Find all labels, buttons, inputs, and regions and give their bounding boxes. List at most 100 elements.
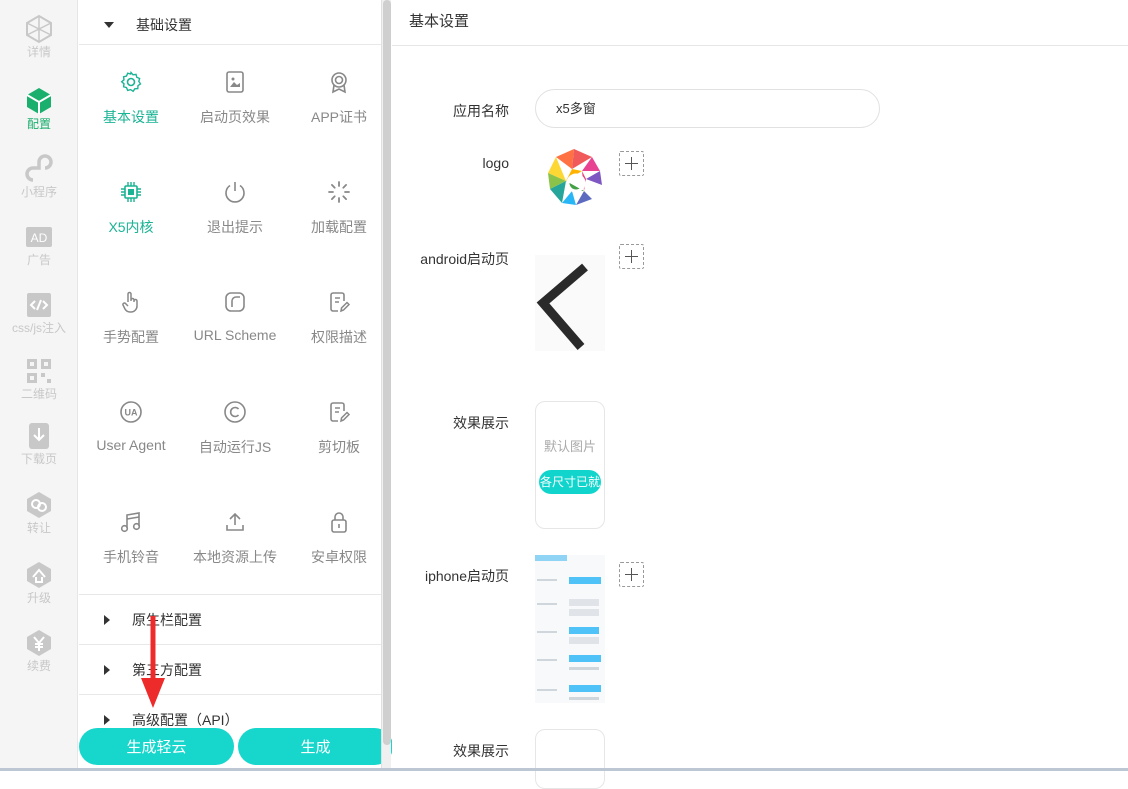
config-menu-panel: 基础设置 基本设置 启动页效果 APP证书 X5内核 退出提示 加载配置 手势配… (79, 0, 381, 771)
iphone-launch-image[interactable] (535, 555, 605, 703)
tile-label: X5内核 (108, 219, 154, 235)
generate-light-cloud-button[interactable]: 生成轻云 (79, 728, 234, 765)
tile-user-agent[interactable]: UA User Agent (79, 390, 183, 500)
tile-label: User Agent (96, 437, 166, 453)
effect-preview-phone-2 (535, 729, 605, 789)
caret-right-icon (104, 715, 110, 725)
app-name-input[interactable]: x5多窗 (535, 89, 880, 128)
main-content: 基本设置 应用名称 x5多窗 logo android启动页 效果展示 默认图片… (392, 0, 1128, 789)
scrollbar-thumb[interactable] (383, 0, 391, 745)
tile-launch-effect[interactable]: 启动页效果 (183, 60, 287, 170)
tile-label: 启动页效果 (200, 109, 270, 125)
effect-preview-phone: 默认图片 各尺寸已就 (535, 401, 605, 529)
menu-scrollbar[interactable] (381, 0, 391, 771)
app-name-label: 应用名称 (453, 103, 509, 119)
rail-label: 升级 (26, 591, 51, 605)
tile-label: 自动运行JS (198, 439, 272, 455)
svg-text:AD: AD (31, 231, 48, 245)
tile-label: 安卓权限 (311, 549, 367, 565)
caret-right-icon (104, 615, 110, 625)
rail-item-ad[interactable]: AD 广告 (0, 222, 78, 267)
section-title: 高级配置（API） (132, 712, 239, 728)
iphone-launch-label: iphone启动页 (424, 568, 509, 584)
rail-item-transfer[interactable]: 转让 (0, 490, 78, 535)
ad-icon: AD (26, 227, 52, 247)
tile-app-certificate[interactable]: APP证书 (287, 60, 391, 170)
tile-label: 剪切板 (318, 439, 360, 455)
annotation-arrow-down-icon (141, 616, 165, 708)
hand-gesture-icon (122, 291, 138, 313)
add-iphone-launch-button[interactable] (619, 562, 644, 587)
tile-exit-prompt[interactable]: 退出提示 (183, 170, 287, 280)
music-note-icon (120, 512, 141, 533)
rail-label: 续费 (26, 659, 51, 673)
divider (392, 45, 1128, 46)
rail-label: 详情 (26, 45, 51, 59)
tile-gesture-config[interactable]: 手势配置 (79, 280, 183, 390)
edit-document-icon (330, 292, 351, 313)
qr-code-icon (27, 359, 51, 383)
section-third-party[interactable]: 第三方配置 (79, 645, 381, 695)
url-scheme-icon (225, 292, 245, 312)
generate-button[interactable]: 生成 (238, 728, 393, 765)
preview-default-text: 默认图片 (543, 439, 596, 454)
left-nav-rail: 详情 配置 小程序 AD 广告 css/js注入 二维码 下载页 转让 升级 续… (0, 0, 78, 771)
lock-icon (331, 512, 347, 533)
tile-permission-description[interactable]: 权限描述 (287, 280, 391, 390)
clipboard-edit-icon (330, 402, 351, 423)
rail-item-download-page[interactable]: 下载页 (0, 421, 78, 466)
effect-label-2: 效果展示 (453, 743, 509, 759)
power-icon (225, 182, 245, 203)
tile-label: 基本设置 (103, 109, 159, 125)
upload-icon (226, 512, 244, 531)
rail-item-css-js[interactable]: css/js注入 (0, 290, 78, 335)
rail-label: 配置 (26, 117, 51, 131)
android-launch-image[interactable] (535, 255, 605, 351)
tile-label: 权限描述 (311, 329, 367, 345)
launch-screen-icon (226, 71, 244, 93)
cube-filled-icon (26, 88, 52, 114)
tile-loading-config[interactable]: 加载配置 (287, 170, 391, 280)
section-title: 基础设置 (136, 17, 192, 33)
tile-label: 手势配置 (103, 329, 159, 345)
rail-label: 小程序 (20, 185, 57, 199)
upgrade-icon (27, 562, 51, 588)
rail-label: 下载页 (20, 452, 57, 466)
tile-label: APP证书 (310, 109, 367, 125)
tile-auto-run-js[interactable]: 自动运行JS (183, 390, 287, 500)
tile-url-scheme[interactable]: URL Scheme (183, 280, 287, 390)
rail-item-renew[interactable]: 续费 (0, 628, 78, 673)
rail-item-details[interactable]: 详情 (0, 14, 78, 59)
tile-label: 本地资源上传 (193, 549, 277, 565)
ua-icon: UA (120, 401, 142, 423)
caret-down-icon (104, 22, 114, 28)
chip-icon (121, 182, 141, 202)
divider (79, 44, 381, 45)
preview-size-button[interactable]: 各尺寸已就 (539, 470, 601, 494)
rail-item-qrcode[interactable]: 二维码 (0, 356, 78, 401)
tile-label: 退出提示 (207, 219, 263, 235)
add-android-launch-button[interactable] (619, 244, 644, 269)
android-launch-label: android启动页 (420, 251, 509, 267)
tile-label: 加载配置 (311, 219, 367, 235)
section-basic-settings[interactable]: 基础设置 (79, 0, 381, 50)
code-inject-icon (27, 293, 51, 317)
rail-item-mini-program[interactable]: 小程序 (0, 154, 78, 199)
loading-spinner-icon (328, 181, 350, 203)
certificate-icon (331, 72, 347, 94)
tile-clipboard[interactable]: 剪切板 (287, 390, 391, 500)
add-logo-button[interactable] (619, 151, 644, 176)
rail-item-upgrade[interactable]: 升级 (0, 560, 78, 605)
section-native-bar[interactable]: 原生栏配置 (79, 595, 381, 645)
rail-item-config[interactable]: 配置 (0, 86, 78, 131)
rail-label: 转让 (26, 521, 51, 535)
app-logo-image[interactable] (542, 145, 606, 209)
tile-x5-kernel[interactable]: X5内核 (79, 170, 183, 280)
effect-label-1: 效果展示 (453, 415, 509, 431)
tile-basic-settings[interactable]: 基本设置 (79, 60, 183, 170)
caret-right-icon (104, 665, 110, 675)
copyright-c-icon (224, 401, 246, 423)
rail-label: 二维码 (20, 387, 57, 401)
renew-yen-icon (27, 630, 51, 656)
mini-program-icon (25, 154, 53, 182)
